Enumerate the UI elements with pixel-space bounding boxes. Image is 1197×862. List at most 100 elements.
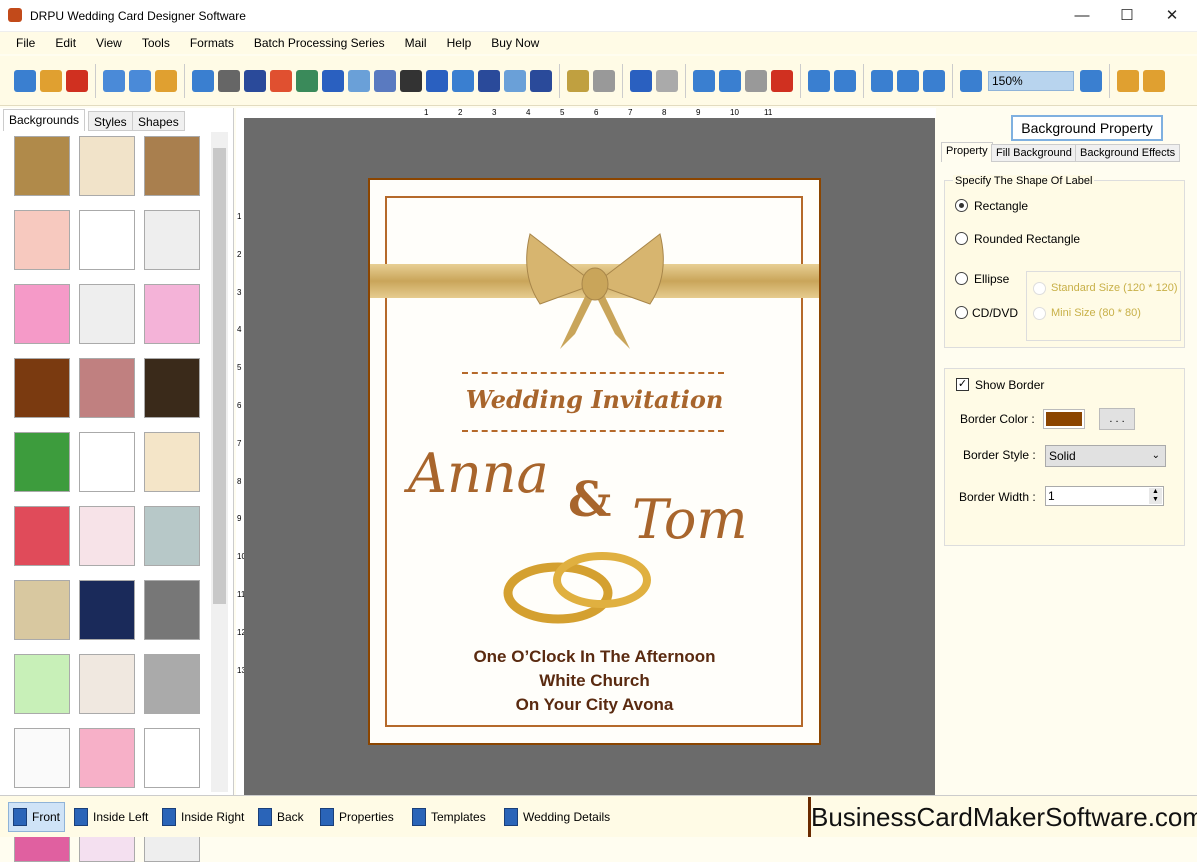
background-thumbnail[interactable] [79, 432, 135, 492]
background-thumbnail[interactable] [144, 654, 200, 714]
undo-icon[interactable] [630, 69, 652, 92]
background-thumbnail[interactable] [144, 136, 200, 196]
lock-icon[interactable] [1117, 69, 1139, 92]
grid-icon[interactable] [871, 69, 893, 92]
text-icon[interactable] [426, 69, 448, 92]
border-color-swatch[interactable] [1043, 409, 1085, 429]
background-thumbnail[interactable] [14, 580, 70, 640]
menu-batch-processing-series[interactable]: Batch Processing Series [254, 36, 385, 50]
tab-background-effects[interactable]: Background Effects [1075, 144, 1181, 162]
menu-buy-now[interactable]: Buy Now [491, 36, 539, 50]
delete-icon[interactable] [771, 69, 793, 92]
background-thumbnail[interactable] [144, 728, 200, 788]
zoom-in-icon[interactable] [960, 69, 982, 92]
background-thumbnail[interactable] [79, 358, 135, 418]
menu-edit[interactable]: Edit [55, 36, 76, 50]
database-icon[interactable] [567, 69, 589, 92]
radio-standard-size[interactable] [1033, 282, 1046, 295]
wedding-card[interactable]: Wedding Invitation Anna & Tom One O’Cloc… [368, 178, 821, 745]
border-style-select[interactable]: Solid ⌄ [1045, 445, 1166, 467]
background-thumbnail[interactable] [144, 210, 200, 270]
menu-file[interactable]: File [16, 36, 35, 50]
fit-icon[interactable] [923, 69, 945, 92]
minimize-button[interactable]: — [1072, 6, 1092, 26]
background-thumbnail[interactable] [14, 506, 70, 566]
radio-rounded-rectangle[interactable] [955, 232, 968, 245]
card-name-2[interactable]: Tom [632, 488, 748, 551]
card-venue[interactable]: White Church [370, 671, 819, 691]
menu-tools[interactable]: Tools [142, 36, 170, 50]
cut-icon[interactable] [693, 69, 715, 92]
card-city[interactable]: On Your City Avona [370, 695, 819, 715]
save-icon[interactable] [103, 69, 125, 92]
tab-property[interactable]: Property [941, 142, 993, 162]
unlock-icon[interactable] [1143, 69, 1165, 92]
tab-styles[interactable]: Styles [88, 111, 133, 131]
background-thumbnail[interactable] [79, 506, 135, 566]
browse-color-button[interactable]: . . . [1099, 408, 1135, 430]
paste-icon[interactable] [745, 69, 767, 92]
tab-shapes[interactable]: Shapes [132, 111, 185, 131]
zoom-level-input[interactable]: 150% [988, 70, 1074, 91]
page-setup-icon[interactable] [192, 69, 214, 92]
card-ampersand[interactable]: & [568, 472, 611, 528]
background-thumbnail[interactable] [79, 580, 135, 640]
background-thumbnail[interactable] [144, 580, 200, 640]
open-icon[interactable] [40, 69, 62, 92]
radio-cd-dvd[interactable] [955, 306, 968, 319]
menu-formats[interactable]: Formats [190, 36, 234, 50]
zoom-out-icon[interactable] [1080, 69, 1102, 92]
gift-icon[interactable] [270, 69, 292, 92]
border-width-stepper[interactable]: 1 ▲ ▼ [1045, 486, 1164, 506]
menu-mail[interactable]: Mail [405, 36, 427, 50]
tab-wedding-details[interactable]: Wedding Details [500, 802, 614, 832]
background-thumbnail[interactable] [14, 210, 70, 270]
background-thumbnail[interactable] [14, 284, 70, 344]
print-icon[interactable] [218, 69, 240, 92]
card-name-1[interactable]: Anna [408, 442, 549, 505]
line-icon[interactable] [530, 69, 552, 92]
menu-help[interactable]: Help [447, 36, 472, 50]
tab-backgrounds[interactable]: Backgrounds [3, 109, 86, 131]
signature-icon[interactable] [478, 69, 500, 92]
background-thumbnail[interactable] [14, 136, 70, 196]
close-button[interactable]: ✕ [1162, 6, 1182, 26]
tab-properties[interactable]: Properties [316, 802, 398, 832]
background-thumbnail[interactable] [79, 654, 135, 714]
redo-icon[interactable] [656, 69, 678, 92]
card-time[interactable]: One O’Clock In The Afternoon [370, 647, 819, 667]
spin-arrows-icon[interactable]: ▲ ▼ [1149, 488, 1162, 504]
tab-front[interactable]: Front [8, 802, 66, 832]
tab-inside-left[interactable]: Inside Left [70, 802, 152, 832]
background-thumbnail[interactable] [79, 728, 135, 788]
tab-templates[interactable]: Templates [408, 802, 490, 832]
card-heading[interactable]: Wedding Invitation [370, 385, 819, 414]
background-thumbnail[interactable] [144, 284, 200, 344]
actual-size-icon[interactable] [897, 69, 919, 92]
maximize-button[interactable]: ☐ [1117, 6, 1137, 26]
new-icon[interactable] [14, 69, 36, 92]
export-icon[interactable] [155, 69, 177, 92]
tab-inside-right[interactable]: Inside Right [158, 802, 248, 832]
database2-icon[interactable] [593, 69, 615, 92]
tab-fill-background[interactable]: Fill Background [991, 144, 1077, 162]
print-preview-icon[interactable] [244, 69, 266, 92]
barcode-icon[interactable] [400, 69, 422, 92]
pen-icon[interactable] [322, 69, 344, 92]
background-thumbnail[interactable] [14, 728, 70, 788]
radio-rectangle[interactable] [955, 199, 968, 212]
add-image-icon[interactable] [296, 69, 318, 92]
scrollbar-thumb[interactable] [213, 148, 226, 604]
copy-icon[interactable] [719, 69, 741, 92]
bring-front-icon[interactable] [808, 69, 830, 92]
background-thumbnail[interactable] [14, 432, 70, 492]
word-art-icon[interactable] [452, 69, 474, 92]
background-thumbnail[interactable] [144, 358, 200, 418]
background-thumbnail[interactable] [144, 506, 200, 566]
watermark-icon[interactable] [374, 69, 396, 92]
background-thumbnail[interactable] [144, 432, 200, 492]
background-thumbnail[interactable] [79, 284, 135, 344]
radio-ellipse[interactable] [955, 272, 968, 285]
tab-back[interactable]: Back [254, 802, 308, 832]
save-as-icon[interactable] [129, 69, 151, 92]
